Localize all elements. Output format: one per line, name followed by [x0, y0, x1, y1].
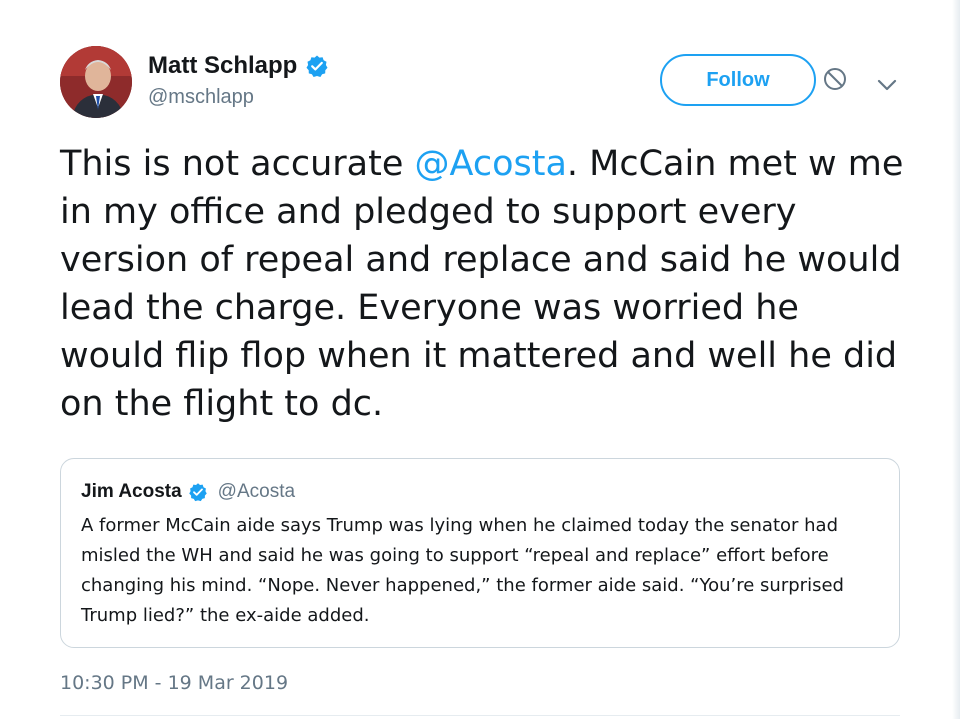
avatar[interactable]: [60, 46, 132, 118]
author-display-name[interactable]: Matt Schlapp: [148, 52, 297, 80]
verified-badge-icon: [188, 483, 207, 502]
tweet-text-rest: . McCain met w me in my office and pledg…: [60, 144, 904, 424]
display-name-row: Matt Schlapp: [148, 52, 329, 80]
tweet-timestamp[interactable]: 10:30 PM - 19 Mar 2019: [60, 672, 288, 694]
block-icon[interactable]: [822, 66, 848, 92]
profile-photo-icon: [60, 46, 132, 118]
tweet: Matt Schlapp @mschlapp Follow This is no…: [0, 0, 960, 719]
verified-badge-icon: [306, 55, 328, 77]
tweet-text: This is not accurate @Acosta. McCain met…: [60, 140, 910, 428]
chevron-down-icon[interactable]: [874, 72, 900, 98]
follow-button[interactable]: Follow: [660, 54, 816, 106]
quoted-tweet-text: A former McCain aide says Trump was lyin…: [81, 515, 844, 626]
author-names: Matt Schlapp @mschlapp: [148, 52, 329, 109]
quoted-tweet-header: Jim Acosta @Acosta: [81, 481, 879, 503]
tweet-text-start: This is not accurate: [60, 144, 415, 184]
author-handle[interactable]: @mschlapp: [148, 86, 329, 109]
divider: [60, 715, 900, 716]
scroll-edge: [952, 0, 960, 719]
quoted-tweet-card[interactable]: Jim Acosta @Acosta A former McCain aide …: [60, 458, 900, 648]
quoted-author-name: Jim Acosta: [81, 481, 182, 502]
quoted-author-handle: @Acosta: [217, 481, 296, 502]
mention-link[interactable]: @Acosta: [415, 144, 567, 184]
tweet-header: Matt Schlapp @mschlapp Follow: [60, 46, 900, 122]
